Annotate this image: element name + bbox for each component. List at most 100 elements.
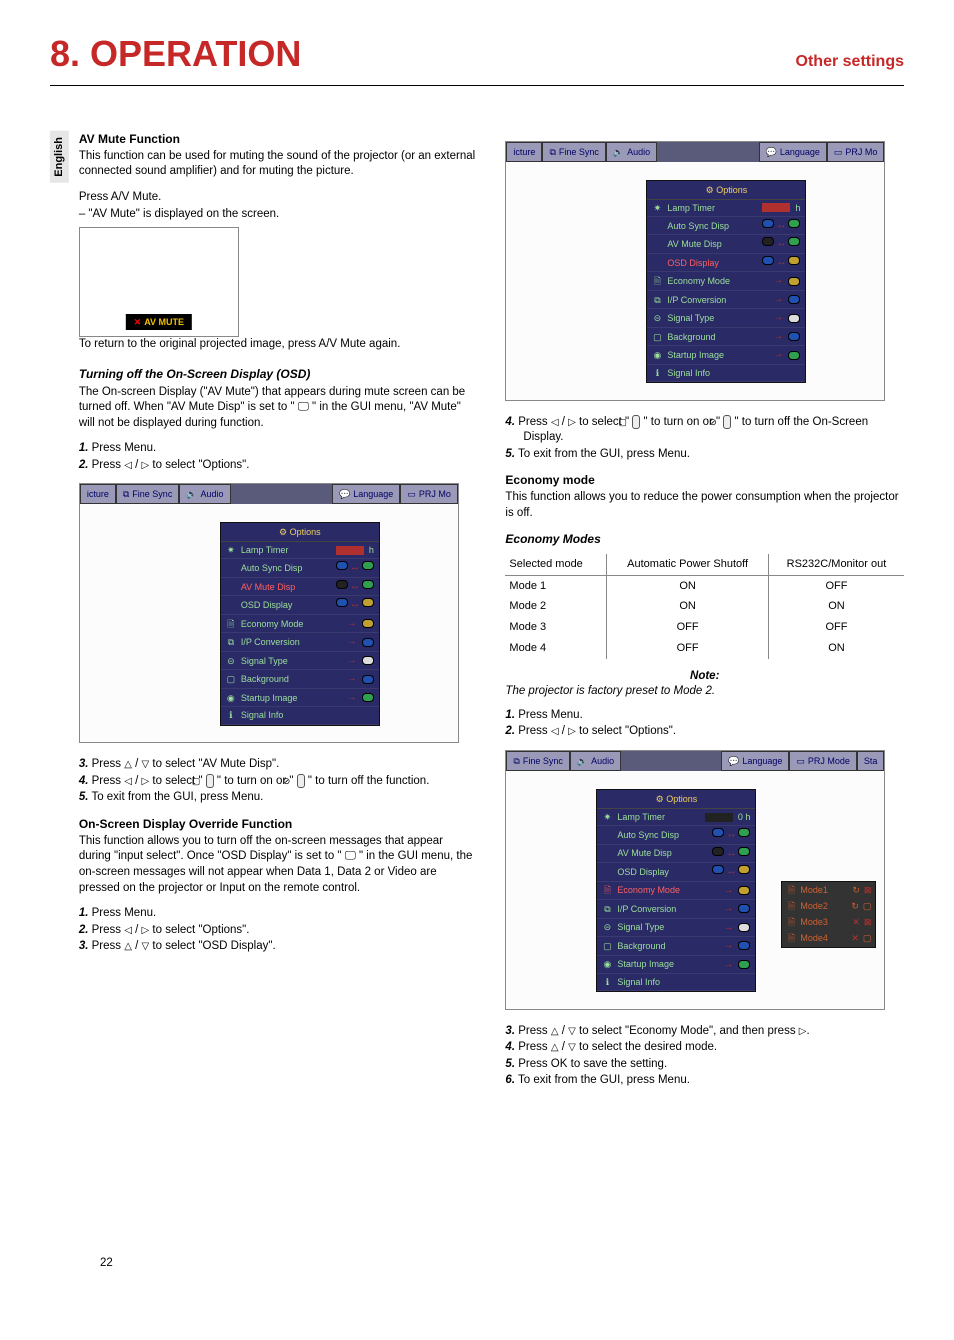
ec-s2a: Press [518,725,551,737]
options-icon: ⚙ [656,794,664,804]
ov-step-2: 2. Press / to select "Options". [79,923,478,939]
cell: ON [768,638,904,659]
osd3-row-signaltype: ⊝Signal Type→ [597,919,755,938]
avmute-body: This function can be used for muting the… [79,149,478,180]
osd2-tab-language: 💬Language [759,142,827,162]
osd3-row-startup: ◉Startup Image→ [597,956,755,975]
osd-tabs-2: icture ⧉Fine Sync 🔈Audio 💬Language ▭PRJ … [506,142,884,162]
osd2-tab-prjmode-label: PRJ Mo [845,146,877,158]
ov-step-3: 3. Press / to select "OSD Display". [79,939,478,955]
step-1-text: Press Menu. [92,442,157,454]
osd2-tab-finesync-label: Fine Sync [559,146,599,158]
osd-row-startup-label: Startup Image [241,692,342,704]
osd3-tab-status: Sta [857,751,885,771]
info-icon: ℹ [226,709,236,721]
finesync-icon: ⧉ [549,146,555,158]
osd3-economy-label: Economy Mode [617,884,718,896]
avmute-return: To return to the original projected imag… [79,337,478,353]
turnoff-steps: 1. Press Menu. 2. Press / to select "Opt… [79,441,478,473]
cell: ON [607,596,769,617]
osd-row-osddisplay-label: OSD Display [241,599,331,611]
x-icon: ✕ [852,916,860,928]
avmute-screenshot: ✕AV MUTE [79,227,239,337]
balloon-icon: 💬 [728,755,739,767]
s3c: to select "AV Mute Disp". [149,758,279,770]
left-triangle-icon [124,775,132,787]
osd2-tab-prjmode: ▭PRJ Mo [827,142,885,162]
osd-row-signaltype: ⊝Signal Type→ [221,652,379,671]
down-triangle-icon [568,1041,576,1053]
mode2-label: Mode2 [800,900,828,912]
options-icon: ⚙ [706,185,714,195]
bg-icon: ▢ [226,673,236,685]
osd-row-lamp-suffix: h [369,544,374,556]
osd3-tab-prjmode-label: PRJ Mode [808,755,850,767]
osd3-osddisplay-label: OSD Display [617,866,707,878]
table-row: Mode 3OFFOFF [505,617,904,638]
rt-s5: To exit from the GUI, press Menu. [518,448,690,460]
speaker-icon: 🔈 [613,146,624,158]
mode-row-3: 🗎Mode3✕⊠ [782,914,875,930]
osd-options-menu: ⚙ Options ✷Lamp Timerh Auto Sync Disp↔ A… [220,522,380,725]
osd3-startup-label: Startup Image [617,958,718,970]
speaker-icon: 🔈 [577,755,588,767]
osd-tab-finesync-label: Fine Sync [132,488,172,500]
s4a: Press [92,775,125,787]
ov-s3b: / [132,940,142,952]
osd2-row-signalinfo: ℹSignal Info [647,365,805,382]
osd2-row-signaltype: ⊝Signal Type→ [647,309,805,328]
left-triangle-icon [124,459,132,471]
up-triangle-icon [124,758,132,770]
table-row: Mode 4OFFON [505,638,904,659]
turnoff-body: The On-screen Display ("AV Mute") that a… [79,385,478,432]
mode-popup: 🗎Mode1↻⊠ 🗎Mode2↻▢ 🗎Mode3✕⊠ 🗎Mode4✕▢ [781,881,876,948]
osd3-background-label: Background [617,940,718,952]
osd2-row-startup: ◉Startup Image→ [647,346,805,365]
cell: OFF [768,575,904,596]
conv-icon: ⧉ [226,636,236,648]
osd-screenshot-osddisplay: icture ⧉Fine Sync 🔈Audio 💬Language ▭PRJ … [505,141,885,401]
osd-row-osddisplay: OSD Display↔ [221,596,379,615]
osd2-tab-audio: 🔈Audio [606,142,657,162]
eb-step-4: 4. Press / to select the desired mode. [505,1040,904,1056]
osd2-signalinfo-label: Signal Info [667,367,800,379]
box-icon: ▢ [863,932,872,944]
eb-step-3: 3. Press / to select "Economy Mode", and… [505,1024,904,1040]
cell: Mode 3 [505,617,606,638]
osd2-tab-finesync: ⧉ Fine Sync [542,142,605,162]
eb-step-6: 6. To exit from the GUI, press Menu. [505,1073,904,1089]
osd-screenshot-economy: ⧉Fine Sync 🔈Audio 💬Language ▭PRJ Mode St… [505,750,885,1010]
osd-row-ipconv: ⧉I/P Conversion→ [221,633,379,652]
osd3-row-background: ▢Background→ [597,937,755,956]
osd-row-autosync-label: Auto Sync Disp [241,562,331,574]
left-triangle-icon [551,416,559,428]
eb5: Press OK to save the setting. [518,1058,667,1070]
table-row: Mode 1ONOFF [505,575,904,596]
ec-s2b: / [559,725,569,737]
mode-row-2: 🗎Mode2↻▢ [782,898,875,914]
s4b: / [132,775,142,787]
ec-step-2: 2. Press / to select "Options". [505,724,904,740]
s2a: Press [92,459,125,471]
eb-step-5: 5. Press OK to save the setting. [505,1057,904,1073]
osd3-lamp-label: Lamp Timer [617,811,699,823]
box-icon: ▢ [863,900,872,912]
note-label: Note: [505,669,904,685]
osd-screenshot-avmute: icture ⧉Fine Sync 🔈Audio 💬Language ▭PRJ … [79,483,459,743]
ov-s1: Press Menu. [92,907,157,919]
eb4b: / [559,1041,569,1053]
osd3-row-avmute: AV Mute Disp↔ [597,845,755,864]
s3a: Press [92,758,125,770]
on-icon: ▢ [206,774,214,788]
osd2-autosync-label: Auto Sync Disp [667,220,757,232]
osd3-tab-finesync: ⧉Fine Sync [506,751,569,771]
osd-row-signalinfo: ℹSignal Info [221,707,379,724]
economy-body: This function allows you to reduce the p… [505,490,904,521]
osd-row-lamp: ✷Lamp Timerh [221,542,379,559]
osd2-avmute-label: AV Mute Disp [667,238,757,250]
osd3-row-osddisplay: OSD Display↔ [597,863,755,882]
cell: Mode 4 [505,638,606,659]
mode-row-4: 🗎Mode4✕▢ [782,930,875,946]
eb4a: Press [518,1041,551,1053]
avmute-badge: ✕AV MUTE [126,314,192,330]
